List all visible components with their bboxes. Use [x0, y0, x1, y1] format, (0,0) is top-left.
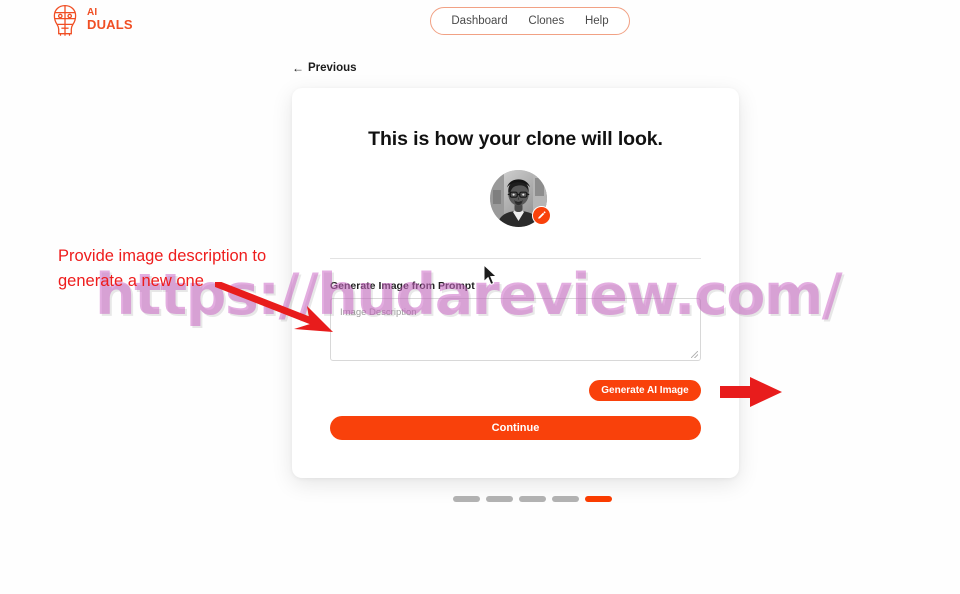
generate-ai-image-button[interactable]: Generate AI Image: [589, 380, 701, 401]
textarea-resize-handle[interactable]: [691, 351, 698, 358]
step-dot-3[interactable]: [519, 496, 546, 502]
arrow-left-icon: ←: [292, 61, 304, 75]
continue-button[interactable]: Continue: [330, 416, 701, 440]
brand-logo[interactable]: AI DUALS: [50, 4, 133, 36]
ai-face-logo-icon: [50, 4, 80, 36]
brand-text: AI DUALS: [87, 8, 133, 33]
nav-pill: Dashboard Clones Help: [430, 7, 630, 35]
previous-label: Previous: [308, 62, 357, 74]
step-dot-4[interactable]: [552, 496, 579, 502]
step-dot-5[interactable]: [585, 496, 612, 502]
step-indicator: [453, 496, 612, 502]
nav-link-dashboard[interactable]: Dashboard: [451, 15, 507, 27]
app-root: AI DUALS Dashboard Clones Help ← Previou…: [0, 0, 960, 594]
edit-avatar-button[interactable]: [532, 206, 551, 225]
pencil-icon: [537, 211, 546, 220]
previous-link[interactable]: ← Previous: [292, 61, 357, 75]
brand-line-2: DUALS: [87, 17, 133, 33]
avatar-container: [490, 170, 551, 227]
annotation-text: Provide image description to generate a …: [58, 247, 267, 291]
section-divider: [330, 258, 701, 259]
step-dot-1[interactable]: [453, 496, 480, 502]
mouse-cursor-icon: [483, 264, 498, 286]
nav-link-clones[interactable]: Clones: [528, 15, 564, 27]
nav-link-help[interactable]: Help: [585, 15, 609, 27]
page-title: This is how your clone will look.: [368, 128, 663, 150]
top-navigation-bar: AI DUALS Dashboard Clones Help: [0, 0, 960, 42]
step-dot-2[interactable]: [486, 496, 513, 502]
